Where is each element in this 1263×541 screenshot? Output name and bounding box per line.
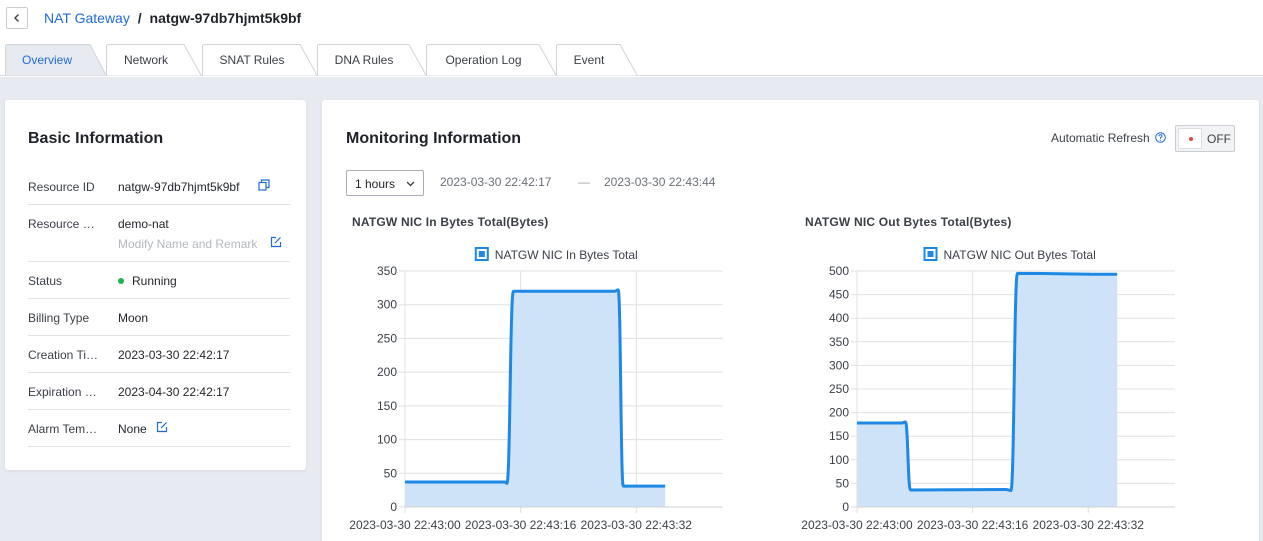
status-running-dot xyxy=(118,277,124,284)
x-tick-label: 2023-03-30 22:43:16 xyxy=(917,518,1029,532)
alarm-template-row: Alarm Tem… None xyxy=(28,410,290,447)
expiration-time-value: 2023-04-30 22:42:17 xyxy=(118,385,230,399)
y-tick-label: 0 xyxy=(842,500,849,514)
automatic-refresh-toggle[interactable]: OFF xyxy=(1175,125,1235,152)
legend-label: NATGW NIC In Bytes Total xyxy=(495,248,638,262)
expiration-time-label: Expiration … xyxy=(28,385,97,399)
alarm-template-value: None xyxy=(118,422,147,436)
resource-id-row: Resource ID natgw-97db7hjmt5k9bf xyxy=(28,167,290,205)
creation-time-value: 2023-03-30 22:42:17 xyxy=(118,348,230,362)
y-tick-label: 200 xyxy=(377,365,397,379)
y-tick-label: 400 xyxy=(829,311,849,325)
time-range-select[interactable]: 1 hours xyxy=(346,170,424,196)
y-tick-label: 250 xyxy=(829,382,849,396)
top-bar: NAT Gateway / natgw-97db7hjmt5k9bf xyxy=(0,0,1263,36)
legend-swatch-fill xyxy=(478,251,485,257)
y-tick-label: 250 xyxy=(377,331,397,345)
time-range-start: 2023-03-30 22:42:17 xyxy=(440,175,552,189)
chart-in-bytes-title: NATGW NIC In Bytes Total(Bytes) xyxy=(352,215,549,229)
tab-snat-rules[interactable]: SNAT Rules xyxy=(202,44,318,76)
modify-name-remark-link[interactable]: Modify Name and Remark xyxy=(118,237,257,251)
y-tick-label: 450 xyxy=(829,288,849,302)
x-tick-label: 2023-03-30 22:43:00 xyxy=(349,518,461,532)
tab-overview[interactable]: Overview xyxy=(5,44,107,76)
status-label: Status xyxy=(28,274,63,288)
x-tick-label: 2023-03-30 22:43:32 xyxy=(1033,518,1145,532)
y-tick-label: 300 xyxy=(829,358,849,372)
resource-name-value: demo-nat xyxy=(118,217,169,231)
y-tick-label: 500 xyxy=(829,264,849,278)
breadcrumb-nat-gateway-link[interactable]: NAT Gateway xyxy=(44,10,130,26)
status-value: Running xyxy=(118,274,177,288)
y-tick-label: 350 xyxy=(377,264,397,278)
expiration-time-row: Expiration … 2023-04-30 22:42:17 xyxy=(28,373,290,410)
tab-network-label: Network xyxy=(123,53,168,67)
y-tick-label: 100 xyxy=(377,433,397,447)
series-area xyxy=(405,289,666,507)
billing-type-value: Moon xyxy=(118,311,149,325)
tab-operation-log[interactable]: Operation Log xyxy=(426,44,557,76)
billing-type-label: Billing Type xyxy=(28,311,90,325)
x-tick-label: 2023-03-30 22:43:00 xyxy=(801,518,913,532)
tab-event-label: Event xyxy=(573,53,605,67)
creation-time-row: Creation Ti… 2023-03-30 22:42:17 xyxy=(28,336,290,373)
monitoring-information-title: Monitoring Information xyxy=(346,130,522,147)
tab-snat-rules-label: SNAT Rules xyxy=(219,53,285,67)
time-range-value: 1 hours xyxy=(355,177,396,191)
breadcrumb-separator: / xyxy=(137,10,142,26)
resource-id-value: natgw-97db7hjmt5k9bf xyxy=(118,180,240,194)
toggle-knob xyxy=(1178,128,1202,149)
edit-icon[interactable] xyxy=(156,421,168,433)
breadcrumb-current: natgw-97db7hjmt5k9bf xyxy=(149,10,302,26)
toggle-state-text: OFF xyxy=(1207,132,1231,146)
chevron-down-icon xyxy=(406,181,415,187)
y-tick-label: 50 xyxy=(836,476,850,490)
y-tick-label: 200 xyxy=(829,406,849,420)
back-button[interactable] xyxy=(6,7,28,29)
tab-dna-rules[interactable]: DNA Rules xyxy=(317,44,427,76)
time-range-separator: — xyxy=(578,175,590,189)
y-tick-label: 150 xyxy=(829,429,849,443)
y-tick-label: 300 xyxy=(377,298,397,312)
automatic-refresh-label: Automatic Refresh xyxy=(1051,131,1150,145)
time-range-end: 2023-03-30 22:43:44 xyxy=(604,175,716,189)
chevron-left-icon xyxy=(14,14,19,22)
y-tick-label: 50 xyxy=(384,466,398,480)
chart-out-bytes-title: NATGW NIC Out Bytes Total(Bytes) xyxy=(805,215,1012,229)
tab-dna-rules-label: DNA Rules xyxy=(334,53,394,67)
y-tick-label: 100 xyxy=(829,453,849,467)
x-tick-label: 2023-03-30 22:43:32 xyxy=(581,518,693,532)
legend-label: NATGW NIC Out Bytes Total xyxy=(944,248,1096,262)
basic-information-card: Basic Information Resource ID natgw-97db… xyxy=(5,100,306,470)
copy-icon[interactable] xyxy=(258,179,270,191)
legend-swatch-fill xyxy=(927,251,934,257)
resource-id-label: Resource ID xyxy=(28,180,95,194)
alarm-template-label: Alarm Tem… xyxy=(28,422,98,436)
tab-overview-label: Overview xyxy=(21,53,72,67)
status-text: Running xyxy=(132,274,177,288)
x-tick-label: 2023-03-30 22:43:16 xyxy=(465,518,577,532)
y-tick-label: 350 xyxy=(829,335,849,349)
creation-time-label: Creation Ti… xyxy=(28,348,99,362)
breadcrumb: NAT Gateway / natgw-97db7hjmt5k9bf xyxy=(44,10,301,26)
chart-in-bytes: NATGW NIC In Bytes Total 0 50 100 150 200 250 3… xyxy=(349,247,723,532)
toggle-off-indicator xyxy=(1189,137,1193,141)
basic-information-title: Basic Information xyxy=(28,130,164,147)
chart-out-bytes: NATGW NIC Out Bytes Total 0 50 100 150 200 250… xyxy=(801,247,1175,532)
tab-event[interactable]: Event xyxy=(556,44,638,76)
edit-icon[interactable] xyxy=(270,236,282,248)
y-tick-label: 0 xyxy=(390,500,397,514)
tab-operation-log-label: Operation Log xyxy=(445,53,522,67)
help-icon[interactable] xyxy=(1155,132,1166,143)
billing-type-row: Billing Type Moon xyxy=(28,299,290,336)
tab-network[interactable]: Network xyxy=(106,44,202,76)
y-tick-label: 150 xyxy=(377,399,397,413)
resource-name-row: Resource … demo-nat Modify Name and Rema… xyxy=(28,205,290,262)
series-area xyxy=(857,273,1118,507)
status-row: Status Running xyxy=(28,262,290,299)
resource-name-label: Resource … xyxy=(28,217,95,231)
